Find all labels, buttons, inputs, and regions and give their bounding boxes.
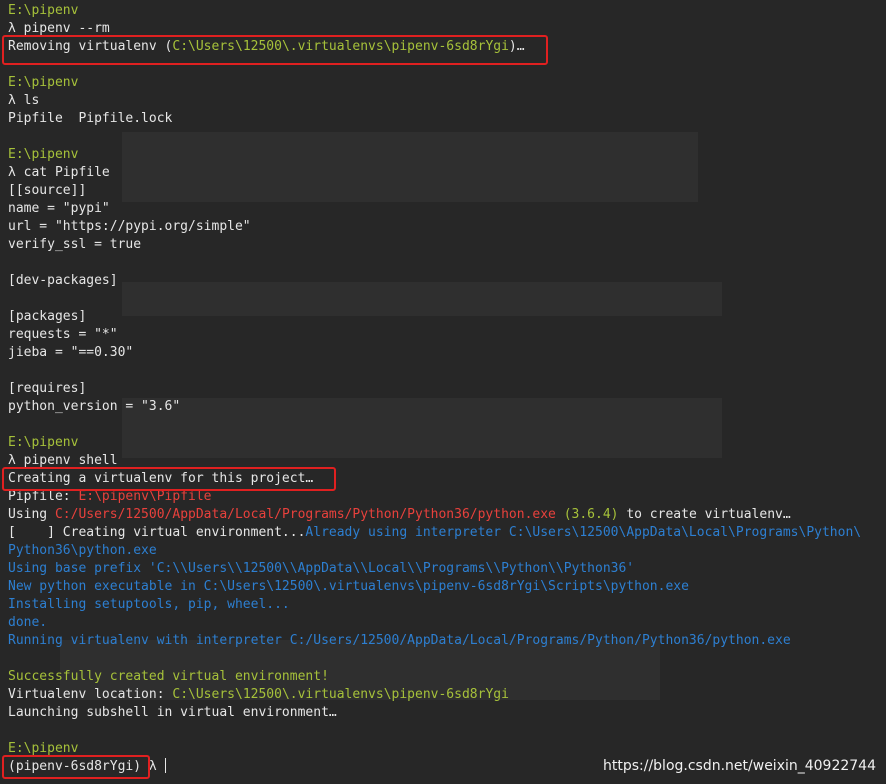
pipfile-line: jieba = "==0.30" bbox=[8, 345, 134, 360]
python-version: (3.6.4) bbox=[563, 507, 619, 522]
pipfile-line: verify_ssl = true bbox=[8, 237, 142, 252]
command-line: λ ls bbox=[8, 92, 886, 110]
pipfile-line: [requires] bbox=[8, 381, 87, 396]
command-text: cat Pipfile bbox=[23, 165, 110, 180]
pipfile-line: [[source]] bbox=[8, 183, 87, 198]
using-line: Using C:/Users/12500/AppData/Local/Progr… bbox=[8, 506, 886, 524]
lambda-prompt: λ bbox=[8, 165, 16, 180]
done-line: done. bbox=[8, 615, 48, 630]
using-label: Using bbox=[8, 507, 55, 522]
pipfile-label: Pipfile: bbox=[8, 489, 79, 504]
ls-output: Pipfile Pipfile.lock bbox=[8, 111, 173, 126]
pipfile-line bbox=[8, 362, 886, 380]
installing-line: Installing setuptools, pip, wheel... bbox=[8, 597, 290, 612]
venv-location-line: Virtualenv location: C:\Users\12500\.vir… bbox=[8, 686, 886, 704]
pipfile-line: name = "pypi" bbox=[8, 201, 110, 216]
command-text: ls bbox=[23, 93, 40, 108]
already-using-message: Already using interpreter C:\Users\12500… bbox=[305, 525, 862, 540]
prompt-dir: E:\pipenv bbox=[8, 3, 79, 18]
pipfile-line bbox=[8, 290, 886, 308]
progress-prefix: [ ] Creating virtual environment... bbox=[8, 525, 306, 540]
highlight-box-creating bbox=[2, 467, 336, 491]
pipfile-line: python_version = "3.6" bbox=[8, 399, 181, 414]
prompt-dir: E:\pipenv bbox=[8, 147, 79, 162]
success-message: Successfully created virtual environment… bbox=[8, 669, 329, 684]
lambda-prompt: λ bbox=[148, 759, 157, 774]
highlight-box-removing bbox=[2, 35, 548, 65]
running-virtualenv-line: Running virtualenv with interpreter C:/U… bbox=[8, 633, 791, 648]
lambda-prompt: λ bbox=[8, 21, 16, 36]
watermark: https://blog.csdn.net/weixin_40922744 bbox=[602, 758, 876, 774]
command-text: pipenv --rm bbox=[23, 21, 110, 36]
command-line: λ cat Pipfile bbox=[8, 164, 886, 182]
to-create-message: to create virtualenv… bbox=[618, 507, 791, 522]
progress-line: [ ] Creating virtual environment...Alrea… bbox=[8, 524, 886, 542]
venv-location-label: Virtualenv location: bbox=[8, 687, 173, 702]
pipfile-line bbox=[8, 254, 886, 272]
terminal-window[interactable]: E:\pipenv λ pipenv --rm Removing virtual… bbox=[0, 0, 886, 784]
prompt-dir: E:\pipenv bbox=[8, 435, 79, 450]
pipfile-line: [dev-packages] bbox=[8, 273, 118, 288]
python-exe-path: C:/Users/12500/AppData/Local/Programs/Py… bbox=[54, 507, 556, 522]
already-using-cont: Python36\python.exe bbox=[8, 543, 157, 558]
lambda-prompt: λ bbox=[8, 453, 16, 468]
venv-location-path: C:\Users\12500\.virtualenvs\pipenv-6sd8r… bbox=[172, 687, 509, 702]
new-python-line: New python executable in C:\Users\12500\… bbox=[8, 579, 689, 594]
highlight-box-venv-prompt bbox=[2, 755, 150, 779]
pipfile-path: E:\pipenv\Pipfile bbox=[78, 489, 212, 504]
text-cursor[interactable] bbox=[164, 758, 166, 773]
pipfile-line: requests = "*" bbox=[8, 327, 118, 342]
pipfile-line: [packages] bbox=[8, 309, 87, 324]
pipfile-line: url = "https://pypi.org/simple" bbox=[8, 219, 251, 234]
base-prefix-line: Using base prefix 'C:\\Users\\12500\\App… bbox=[8, 561, 635, 576]
command-text: pipenv shell bbox=[23, 453, 118, 468]
launching-message: Launching subshell in virtual environmen… bbox=[8, 705, 337, 720]
prompt-dir: E:\pipenv bbox=[8, 75, 79, 90]
terminal-output: E:\pipenv λ pipenv --rm Removing virtual… bbox=[8, 2, 886, 776]
lambda-prompt: λ bbox=[8, 93, 16, 108]
